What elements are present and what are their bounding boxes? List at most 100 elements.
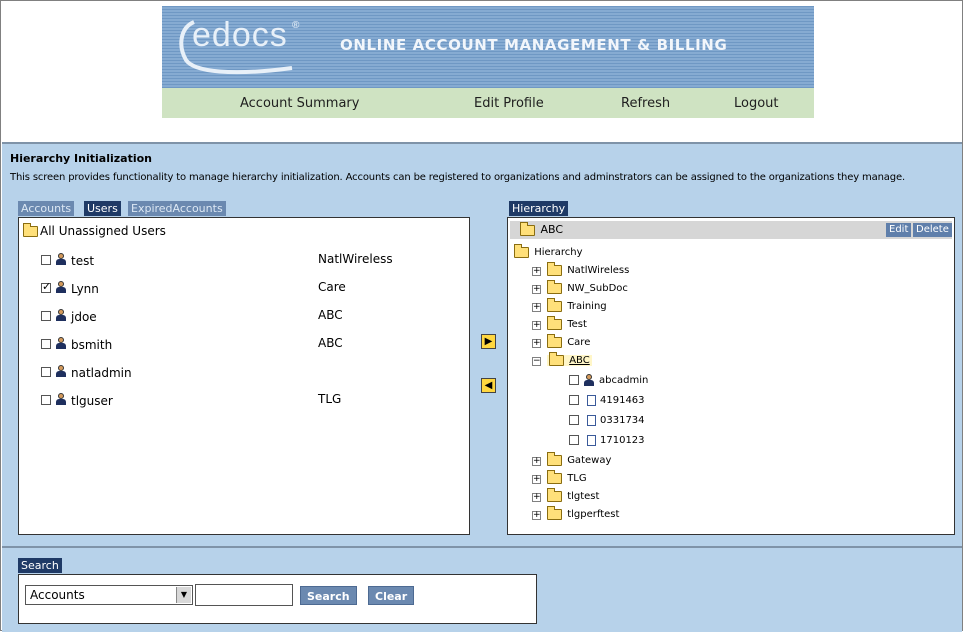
document-icon: [587, 394, 596, 406]
tree-child-doc: 4191463: [569, 394, 645, 408]
folder-icon: [514, 243, 529, 258]
tree-node[interactable]: + Training: [532, 297, 607, 314]
search-section: Search Accounts ▼ Search Clear: [2, 546, 962, 632]
hierarchy-panel: Hierarchy Initialization This screen pro…: [2, 142, 962, 547]
user-org: ABC: [318, 308, 343, 322]
section-title: Hierarchy Initialization: [10, 152, 152, 165]
folder-icon: [547, 261, 562, 276]
expand-icon[interactable]: +: [532, 303, 541, 312]
tree-node-label: Training: [567, 301, 607, 312]
user-name: jdoe: [71, 310, 97, 324]
folder-icon: [547, 333, 562, 348]
folder-icon: [547, 279, 562, 294]
tree-node[interactable]: + TLG: [532, 469, 587, 486]
assign-arrow-button[interactable]: ▶: [481, 334, 496, 349]
expand-icon[interactable]: +: [532, 457, 541, 466]
user-checkbox[interactable]: [41, 339, 51, 349]
tree-node[interactable]: + tlgperftest: [532, 505, 620, 522]
folder-icon: [547, 451, 562, 466]
tab-accounts[interactable]: Accounts: [18, 201, 75, 216]
node-checkbox[interactable]: [569, 435, 579, 445]
node-checkbox[interactable]: [569, 395, 579, 405]
tree-child-label: 4191463: [600, 395, 645, 406]
tree-node[interactable]: + Care: [532, 333, 590, 350]
folder-icon: [547, 297, 562, 312]
tree-node-label: NatlWireless: [567, 265, 630, 276]
page: edocs ® ONLINE ACCOUNT MANAGEMENT & BILL…: [0, 0, 963, 632]
user-checkbox[interactable]: [41, 395, 51, 405]
tree-node[interactable]: + NW_SubDoc: [532, 279, 628, 296]
tree-root[interactable]: Hierarchy: [514, 243, 583, 260]
unassign-arrow-button[interactable]: ◀: [481, 378, 496, 393]
expand-icon[interactable]: +: [532, 321, 541, 330]
expand-icon[interactable]: +: [532, 339, 541, 348]
user-checkbox[interactable]: [41, 280, 51, 293]
search-box: Accounts ▼ Search Clear: [18, 574, 537, 624]
edit-button[interactable]: Edit: [886, 223, 912, 237]
nav-refresh[interactable]: Refresh: [621, 96, 670, 111]
chevron-down-icon[interactable]: ▼: [176, 587, 191, 603]
nav-account-summary[interactable]: Account Summary: [240, 96, 359, 111]
tab-hierarchy[interactable]: Hierarchy: [509, 201, 569, 216]
tree-child-label: 0331734: [600, 415, 645, 426]
expand-icon[interactable]: +: [532, 475, 541, 484]
user-icon: [56, 281, 66, 293]
tab-users[interactable]: Users: [84, 201, 121, 216]
user-checkbox[interactable]: [41, 255, 51, 265]
unassigned-users-list: All Unassigned Users test NatlWireless L…: [18, 217, 470, 535]
selected-node-label: ABC: [540, 223, 564, 236]
logo-registered-mark: ®: [292, 20, 300, 31]
expand-icon[interactable]: +: [532, 511, 541, 520]
unassigned-users-label: All Unassigned Users: [40, 224, 166, 238]
folder-icon: [520, 221, 535, 236]
tree-node-selected[interactable]: − ABC: [532, 351, 592, 368]
tree-child-user: abcadmin: [569, 374, 648, 388]
tree-node[interactable]: + Test: [532, 315, 587, 332]
user-icon: [56, 365, 66, 377]
expand-icon[interactable]: +: [532, 267, 541, 276]
delete-button[interactable]: Delete: [913, 223, 952, 237]
nav-bar: Account Summary Edit Profile Refresh Log…: [162, 88, 814, 118]
user-checkbox[interactable]: [41, 367, 51, 377]
user-checkbox[interactable]: [41, 311, 51, 321]
search-type-select[interactable]: Accounts ▼: [25, 585, 193, 605]
search-button[interactable]: Search: [300, 586, 357, 605]
user-name: tlguser: [71, 394, 113, 408]
user-icon: [56, 393, 66, 405]
search-tab[interactable]: Search: [18, 558, 62, 573]
folder-icon: [547, 469, 562, 484]
section-description: This screen provides functionality to ma…: [10, 172, 905, 183]
document-icon: [587, 414, 596, 426]
node-checkbox[interactable]: [569, 415, 579, 425]
folder-icon: [547, 315, 562, 330]
user-org: Care: [318, 280, 346, 294]
user-icon: [584, 374, 594, 386]
header-banner: edocs ® ONLINE ACCOUNT MANAGEMENT & BILL…: [162, 6, 814, 88]
tree-node-label: tlgtest: [567, 491, 600, 502]
folder-icon: [547, 487, 562, 502]
unassigned-users-header[interactable]: All Unassigned Users: [23, 223, 166, 238]
document-icon: [587, 434, 596, 446]
user-icon: [56, 253, 66, 265]
selected-node: ABC: [520, 221, 564, 236]
app-title: ONLINE ACCOUNT MANAGEMENT & BILLING: [340, 36, 728, 54]
collapse-icon[interactable]: −: [532, 357, 541, 366]
expand-icon[interactable]: +: [532, 285, 541, 294]
tree-node[interactable]: + Gateway: [532, 451, 611, 468]
node-checkbox[interactable]: [569, 375, 579, 385]
tree-node-label: NW_SubDoc: [567, 283, 628, 294]
tree-root-label: Hierarchy: [534, 247, 583, 258]
tree-node[interactable]: + tlgtest: [532, 487, 600, 504]
search-input[interactable]: [195, 584, 293, 606]
nav-edit-profile[interactable]: Edit Profile: [474, 96, 544, 111]
tree-child-doc: 0331734: [569, 414, 645, 428]
clear-button[interactable]: Clear: [368, 586, 415, 605]
search-type-value: Accounts: [30, 588, 85, 602]
folder-icon: [23, 223, 38, 237]
tree-node-label: tlgperftest: [567, 509, 620, 520]
tab-expired-accounts[interactable]: ExpiredAccounts: [128, 201, 226, 216]
expand-icon[interactable]: +: [532, 493, 541, 502]
nav-logout[interactable]: Logout: [734, 96, 779, 111]
tree-node[interactable]: + NatlWireless: [532, 261, 630, 278]
user-org: TLG: [318, 392, 342, 406]
